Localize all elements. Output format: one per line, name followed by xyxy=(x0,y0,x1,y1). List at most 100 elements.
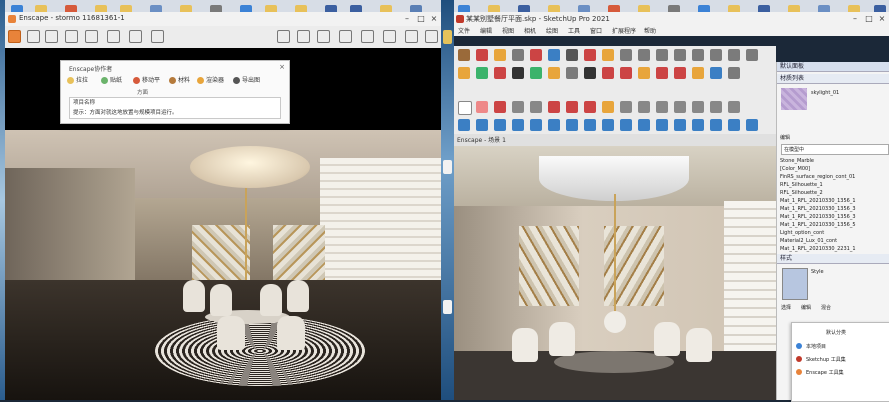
view-icon[interactable] xyxy=(674,119,686,131)
tape-icon[interactable] xyxy=(602,49,614,61)
sketchup-viewport[interactable] xyxy=(454,146,776,400)
close-button[interactable]: × xyxy=(876,13,888,24)
push-icon[interactable] xyxy=(494,67,506,79)
axes-icon[interactable] xyxy=(638,101,650,113)
desktop-file-icon[interactable] xyxy=(443,300,452,314)
vr-icon[interactable] xyxy=(361,30,374,43)
home-icon[interactable] xyxy=(8,30,21,43)
menu-window[interactable]: 窗口 xyxy=(590,26,602,35)
menu-tools[interactable]: 工具 xyxy=(568,26,580,35)
refresh-icon[interactable] xyxy=(476,67,488,79)
pan-icon[interactable] xyxy=(692,101,704,113)
checker-icon[interactable] xyxy=(566,67,578,79)
popup-item[interactable]: Enscape 工具集 xyxy=(806,369,844,376)
dialog-text-field[interactable]: 项目名称 提示：方面对就这地放置与规模项目运行。 xyxy=(69,97,281,119)
book-icon[interactable] xyxy=(317,30,330,43)
menu-view[interactable]: 视图 xyxy=(502,26,514,35)
pencil-icon[interactable] xyxy=(458,49,470,61)
view-icon[interactable] xyxy=(620,119,632,131)
maximize-button[interactable]: □ xyxy=(863,13,875,24)
help-icon[interactable] xyxy=(425,30,438,43)
zoom-extents-icon[interactable] xyxy=(728,101,740,113)
move-icon[interactable] xyxy=(566,101,578,113)
layers-icon[interactable] xyxy=(383,30,396,43)
pin-icon[interactable] xyxy=(27,30,40,43)
grid-icon[interactable] xyxy=(692,49,704,61)
styles-section-header[interactable]: 样式 xyxy=(777,254,889,264)
material-list-item[interactable]: RFL_Silhouette_2 xyxy=(780,190,823,196)
add-icon[interactable] xyxy=(512,67,524,79)
popup-item[interactable]: 本地项目 xyxy=(806,343,826,350)
view-icon[interactable] xyxy=(530,119,542,131)
tab-select[interactable]: 选择 xyxy=(781,304,791,311)
close-icon[interactable] xyxy=(620,67,632,79)
move-icon[interactable] xyxy=(530,49,542,61)
view-icon[interactable] xyxy=(584,119,596,131)
scene-tab[interactable]: Enscape - 场景 1 xyxy=(457,135,506,144)
menu-camera[interactable]: 相机 xyxy=(524,26,536,35)
capture-icon[interactable] xyxy=(151,30,164,43)
menu-extensions[interactable]: 扩展程序 xyxy=(612,26,636,35)
grid-icon[interactable] xyxy=(656,49,668,61)
view-icon[interactable] xyxy=(512,119,524,131)
tab-edit[interactable]: 编辑 xyxy=(801,304,811,311)
materials-section-header[interactable]: 材质列表 xyxy=(777,74,889,84)
tool-button[interactable]: 渲染器 xyxy=(197,75,224,84)
material-list-item[interactable]: Light_option_cont xyxy=(780,230,824,236)
material-list-item[interactable]: [Color_M00] xyxy=(780,166,810,172)
camera-icon[interactable] xyxy=(107,30,120,43)
tree-icon[interactable] xyxy=(530,67,542,79)
view-icon[interactable] xyxy=(602,119,614,131)
tool-button[interactable]: 拉拉 xyxy=(67,75,88,84)
tool-button[interactable]: 材料 xyxy=(169,75,190,84)
box-icon[interactable] xyxy=(85,30,98,43)
view-icon[interactable] xyxy=(728,119,740,131)
warehouse-icon[interactable] xyxy=(638,67,650,79)
view-icon[interactable] xyxy=(476,119,488,131)
grid-icon[interactable] xyxy=(638,49,650,61)
cube-icon[interactable] xyxy=(297,30,310,43)
material-swatch[interactable] xyxy=(781,88,807,110)
view-icon[interactable] xyxy=(746,119,758,131)
paint-icon[interactable] xyxy=(602,101,614,113)
offset-icon[interactable] xyxy=(584,49,596,61)
material-list-item[interactable]: Material2_Lux_01_cont xyxy=(780,238,837,244)
material-list-item[interactable]: Mat_1_RFL_20210330_2231_1 xyxy=(780,246,856,252)
view-icon[interactable] xyxy=(710,119,722,131)
tool-button[interactable]: 导出图 xyxy=(233,75,260,84)
grid-icon[interactable] xyxy=(710,49,722,61)
cloud-icon[interactable] xyxy=(339,30,352,43)
maximize-button[interactable]: □ xyxy=(415,13,427,24)
eraser-icon[interactable] xyxy=(476,49,488,61)
close-icon[interactable]: × xyxy=(279,63,285,71)
shape-icon[interactable] xyxy=(530,101,542,113)
eraser-icon[interactable] xyxy=(476,101,488,113)
desktop-file-icon[interactable] xyxy=(443,160,452,174)
material-list-item[interactable]: RFL_Silhouette_1 xyxy=(780,182,823,188)
cloud-icon[interactable] xyxy=(494,119,506,131)
grid-icon[interactable] xyxy=(620,49,632,61)
close-button[interactable]: × xyxy=(428,13,440,24)
desktop-file-icon[interactable] xyxy=(443,30,452,44)
view-icon[interactable] xyxy=(548,119,560,131)
view-icon[interactable] xyxy=(656,119,668,131)
cube-icon[interactable] xyxy=(512,49,524,61)
material-list-item[interactable]: Mat_1_RFL_20210330_1356_1 xyxy=(780,198,856,204)
tool-icon[interactable] xyxy=(728,67,740,79)
select-icon[interactable] xyxy=(458,101,472,115)
grid-icon[interactable] xyxy=(746,49,758,61)
mountain-icon[interactable] xyxy=(277,30,290,43)
rotate-icon[interactable] xyxy=(584,101,596,113)
material-list-item[interactable]: Stone_Marble xyxy=(780,158,814,164)
grid-icon[interactable] xyxy=(674,49,686,61)
view-icon[interactable] xyxy=(566,119,578,131)
walk-icon[interactable] xyxy=(45,30,58,43)
line-icon[interactable] xyxy=(494,101,506,113)
tool-button[interactable]: 移动平 xyxy=(133,75,160,84)
layer-icon[interactable] xyxy=(692,67,704,79)
menu-edit[interactable]: 编辑 xyxy=(480,26,492,35)
material-list-item[interactable]: Mat_1_RFL_20210330_1356_3 xyxy=(780,214,856,220)
ruby-icon[interactable] xyxy=(674,67,686,79)
tool-button[interactable]: 贴纸 xyxy=(101,75,122,84)
zoom-icon[interactable] xyxy=(710,101,722,113)
